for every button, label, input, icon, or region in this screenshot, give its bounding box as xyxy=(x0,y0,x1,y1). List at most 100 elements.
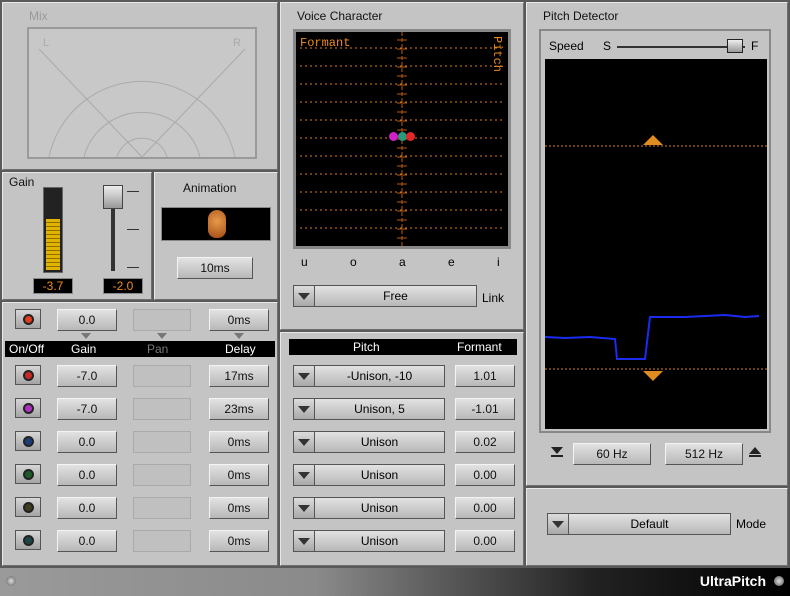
voice-pitch-value[interactable]: Unison, 5 xyxy=(315,398,445,420)
voice-pitch-dropdown[interactable]: -Unison, -10 xyxy=(293,365,445,387)
voice-formant-field[interactable]: 0.00 xyxy=(455,530,515,552)
voice-formant-field[interactable]: 1.01 xyxy=(455,365,515,387)
vowel-label: o xyxy=(350,255,357,269)
voice-toggle-button[interactable] xyxy=(15,398,41,418)
speed-label: Speed xyxy=(549,39,584,53)
gain-meter xyxy=(43,187,63,273)
voice-gain-field[interactable]: 0.0 xyxy=(57,431,117,453)
voice-pan-field xyxy=(133,431,191,453)
col-formant: Formant xyxy=(457,340,502,354)
chevron-down-icon[interactable] xyxy=(547,513,569,535)
chevron-down-icon[interactable] xyxy=(293,365,315,387)
low-frequency-button[interactable]: 60 Hz xyxy=(573,443,651,465)
voice-toggle-button[interactable] xyxy=(15,497,41,517)
voice-pitch-value[interactable]: Unison xyxy=(315,497,445,519)
vowel-label: u xyxy=(301,255,308,269)
voice-pan-field xyxy=(133,497,191,519)
animation-time-button[interactable]: 10ms xyxy=(177,257,253,279)
chevron-down-icon xyxy=(157,333,167,339)
gain-fader-handle[interactable] xyxy=(103,185,123,209)
voice-toggle-button[interactable] xyxy=(15,530,41,550)
upper-frequency-icon xyxy=(749,447,763,459)
chevron-down-icon[interactable] xyxy=(293,530,315,552)
chevron-down-icon[interactable] xyxy=(293,398,315,420)
chevron-down-icon[interactable] xyxy=(293,464,315,486)
master-gain-field[interactable]: 0.0 xyxy=(57,309,117,331)
voice-dot[interactable] xyxy=(406,132,415,141)
voice-dot[interactable] xyxy=(389,132,398,141)
voice-pitch-dropdown[interactable]: Unison xyxy=(293,497,445,519)
master-toggle-button[interactable] xyxy=(15,309,41,329)
link-mode-dropdown[interactable]: Free xyxy=(293,285,477,307)
fader-tick xyxy=(127,229,139,230)
mode-value[interactable]: Default xyxy=(569,513,731,535)
chevron-down-icon[interactable] xyxy=(293,285,315,307)
lower-frequency-icon xyxy=(551,447,565,459)
voice-led-icon xyxy=(22,501,34,513)
voice-delay-field[interactable]: 0ms xyxy=(209,497,269,519)
voice-pitch-value[interactable]: Unison xyxy=(315,431,445,453)
vowel-label: e xyxy=(448,255,455,269)
upper-limit-handle-icon[interactable] xyxy=(643,135,663,145)
voice-formant-field[interactable]: 0.00 xyxy=(455,464,515,486)
mix-panel: Mix L R xyxy=(2,2,278,170)
voice-led-icon xyxy=(22,534,34,546)
voice-delay-field[interactable]: 17ms xyxy=(209,365,269,387)
mode-label: Mode xyxy=(736,517,767,531)
formant-axis-label: Formant xyxy=(300,36,351,50)
mix-display[interactable]: L R xyxy=(27,27,257,159)
voice-pitch-value[interactable]: Unison xyxy=(315,530,445,552)
mode-panel: Default Mode xyxy=(526,488,788,566)
voice-gain-field[interactable]: 0.0 xyxy=(57,530,117,552)
animation-display xyxy=(161,207,271,241)
voice-gain-field[interactable]: -7.0 xyxy=(57,398,117,420)
voice-pitch-dropdown[interactable]: Unison xyxy=(293,464,445,486)
screw-icon xyxy=(6,576,16,586)
pitch-formant-header: Pitch Formant xyxy=(289,339,517,355)
animation-panel: Animation 10ms xyxy=(154,172,278,300)
voice-formant-field[interactable]: 0.00 xyxy=(455,497,515,519)
voice-led-icon xyxy=(22,369,34,381)
chevron-down-icon[interactable] xyxy=(293,431,315,453)
voice-pitch-value[interactable]: -Unison, -10 xyxy=(315,365,445,387)
speed-slow-label: S xyxy=(603,39,612,53)
voice-toggle-button[interactable] xyxy=(15,431,41,451)
voice-gain-field[interactable]: 0.0 xyxy=(57,464,117,486)
voice-formant-field[interactable]: -1.01 xyxy=(455,398,515,420)
voice-character-grid[interactable]: Formant Pitch xyxy=(293,29,511,249)
voice-gain-field[interactable]: -7.0 xyxy=(57,365,117,387)
voice-pitch-dropdown[interactable]: Unison xyxy=(293,431,445,453)
high-frequency-button[interactable]: 512 Hz xyxy=(665,443,743,465)
speed-slider-handle[interactable] xyxy=(727,39,743,53)
gain-fader-readout: -2.0 xyxy=(103,278,143,294)
voice-gain-field[interactable]: 0.0 xyxy=(57,497,117,519)
voice-delay-field[interactable]: 23ms xyxy=(209,398,269,420)
voice-pitch-dropdown[interactable]: Unison xyxy=(293,530,445,552)
lower-limit-handle-icon[interactable] xyxy=(643,371,663,381)
status-bar: UltraPitch xyxy=(0,568,790,596)
pitch-detector-panel: Pitch Detector Speed S F 60 Hz 512 Hz xyxy=(526,2,788,486)
pitch-display xyxy=(544,59,767,429)
voice-pitch-value[interactable]: Unison xyxy=(315,464,445,486)
chevron-down-icon[interactable] xyxy=(293,497,315,519)
speed-slider-track[interactable] xyxy=(617,46,745,48)
voice-toggle-button[interactable] xyxy=(15,464,41,484)
voice-formant-field[interactable]: 0.02 xyxy=(455,431,515,453)
master-delay-field[interactable]: 0ms xyxy=(209,309,269,331)
voice-pan-field xyxy=(133,398,191,420)
mix-title: Mix xyxy=(29,9,48,23)
voice-character-panel: Voice Character Formant Pitch u o a e i … xyxy=(280,2,524,330)
voice-pan-field xyxy=(133,365,191,387)
voice-toggle-button[interactable] xyxy=(15,365,41,385)
vowel-row: u o a e i xyxy=(293,255,513,271)
voice-delay-field[interactable]: 0ms xyxy=(209,464,269,486)
speed-fast-label: F xyxy=(751,39,759,53)
voice-delay-field[interactable]: 0ms xyxy=(209,431,269,453)
voice-pitch-dropdown[interactable]: Unison, 5 xyxy=(293,398,445,420)
fader-tick xyxy=(127,191,139,192)
mode-dropdown[interactable]: Default xyxy=(547,513,731,535)
pitch-axis-label: Pitch xyxy=(490,36,504,73)
voice-delay-field[interactable]: 0ms xyxy=(209,530,269,552)
gain-panel: Gain -3.7 -2.0 xyxy=(2,172,152,300)
link-mode-value[interactable]: Free xyxy=(315,285,477,307)
